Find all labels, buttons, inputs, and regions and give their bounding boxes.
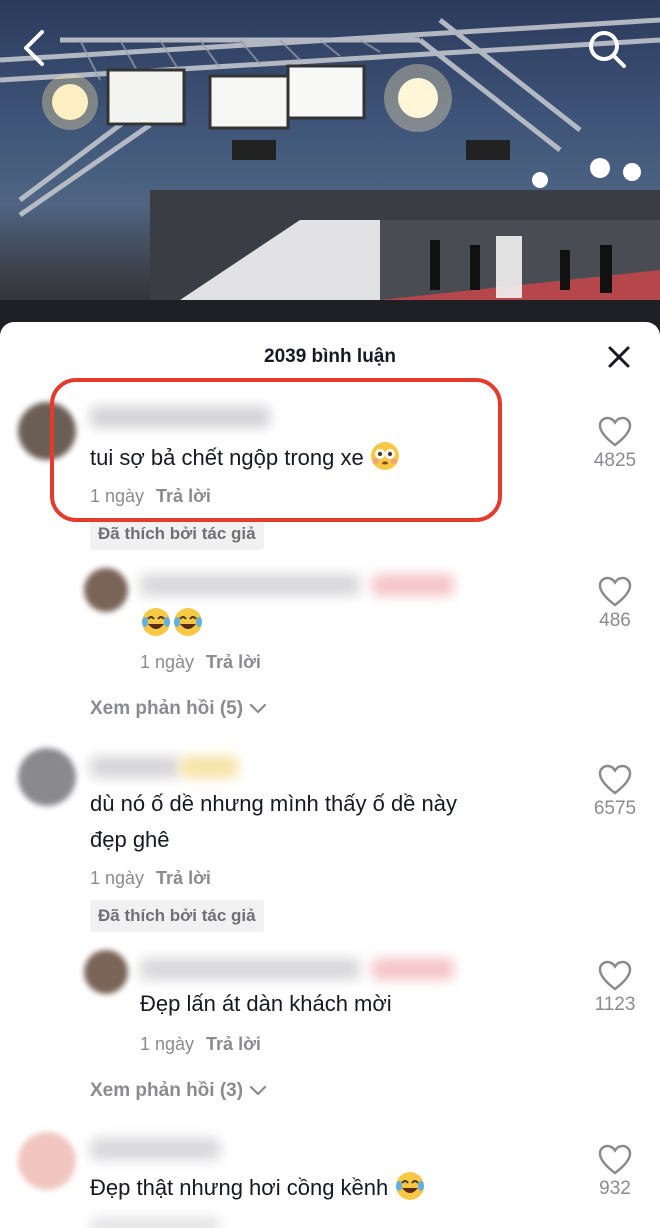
username-blurred[interactable] — [90, 1138, 220, 1160]
reply-button[interactable]: Trả lời — [206, 1034, 261, 1054]
meta-blurred — [90, 1218, 220, 1228]
like-count: 6575 — [593, 798, 637, 819]
like-count: 932 — [599, 1178, 631, 1199]
comment-text: Đẹp thật nhưng hơi cồng kềnh — [90, 1170, 426, 1206]
avatar[interactable] — [84, 568, 128, 612]
view-replies-button[interactable]: Xem phản hồi (5) — [90, 698, 267, 720]
tears-of-joy-icon — [396, 1172, 425, 1200]
comment-meta: 1 ngày Trả lời — [140, 652, 261, 672]
back-button[interactable] — [18, 28, 70, 80]
heart-icon[interactable] — [598, 764, 632, 796]
close-icon — [608, 346, 630, 368]
chevron-down-icon — [249, 1085, 267, 1096]
tears-of-joy-icon — [174, 608, 202, 636]
author-tag-blurred — [372, 958, 454, 980]
avatar[interactable] — [84, 950, 128, 994]
highlight-outline — [50, 378, 502, 522]
heart-icon[interactable] — [598, 960, 632, 992]
author-tag-blurred — [372, 574, 454, 596]
like-count: 1123 — [594, 994, 636, 1015]
like-column: 6575 — [584, 764, 646, 820]
video-player[interactable] — [0, 0, 660, 340]
comment-text: dù nó ố dề nhưng mình thấy ố dề này đẹp … — [90, 791, 457, 852]
like-count: 4825 — [593, 450, 637, 471]
view-replies-button[interactable]: Xem phản hồi (3) — [90, 1080, 267, 1102]
heart-icon[interactable] — [598, 1144, 632, 1176]
reply-text: Đẹp lấn át dàn khách mời — [140, 991, 392, 1016]
reply-button[interactable]: Trả lời — [156, 868, 211, 888]
like-column: 1123 — [584, 960, 646, 1016]
comment-count-title: 2039 bình luận — [264, 346, 396, 367]
chevron-down-icon — [249, 703, 267, 714]
comment-meta: 1 ngày Trả lời — [90, 868, 211, 888]
chevron-left-icon — [24, 30, 44, 66]
reply-button[interactable]: Trả lời — [206, 652, 261, 672]
tears-of-joy-icon — [142, 608, 170, 636]
red-carpet-scene — [0, 17, 660, 340]
username-blurred[interactable] — [90, 756, 180, 778]
avatar[interactable] — [18, 1132, 76, 1190]
close-button[interactable] — [604, 342, 634, 372]
search-icon — [589, 31, 626, 68]
like-column: 486 — [584, 576, 646, 632]
liked-by-author-badge: Đã thích bởi tác giả — [90, 900, 264, 932]
comments-sheet: 2039 bình luận tui sợ bả chết ngộp trong… — [0, 322, 660, 1228]
username-blurred[interactable] — [140, 574, 360, 596]
like-column: 932 — [584, 1144, 646, 1200]
username-tag-blurred — [180, 756, 238, 778]
like-column: 4825 — [584, 416, 646, 472]
liked-by-author-badge: Đã thích bởi tác giả — [90, 518, 264, 550]
like-count: 486 — [599, 610, 631, 631]
avatar[interactable] — [18, 748, 76, 806]
heart-icon[interactable] — [598, 576, 632, 608]
reply-emoji — [140, 606, 204, 642]
username-blurred[interactable] — [140, 958, 360, 980]
comment-meta: 1 ngày Trả lời — [140, 1034, 261, 1054]
heart-icon[interactable] — [598, 416, 632, 448]
search-button[interactable] — [586, 28, 638, 80]
